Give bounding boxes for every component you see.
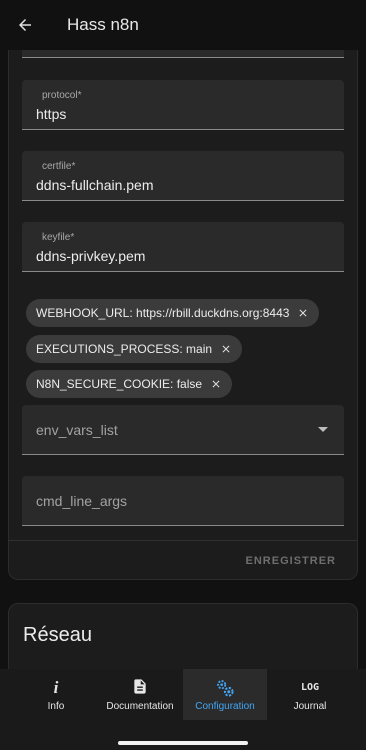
- tab-label: Documentation: [106, 701, 174, 712]
- tab-info[interactable]: i Info: [20, 669, 92, 720]
- env-chip: N8N_SECURE_COOKIE: false: [26, 370, 233, 398]
- env-vars-list-placeholder: env_vars_list: [36, 422, 118, 438]
- keyfile-value: ddns-privkey.pem: [36, 248, 146, 264]
- home-indicator: [118, 741, 248, 745]
- network-title: Réseau: [23, 624, 92, 646]
- cmd-line-args-field[interactable]: cmd_line_args: [22, 476, 344, 526]
- tab-journal[interactable]: LOG Journal: [274, 669, 346, 720]
- divider: [8, 540, 358, 541]
- tab-configuration[interactable]: Configuration: [183, 669, 267, 720]
- chevron-down-icon: [318, 427, 328, 432]
- tab-label: Info: [47, 701, 65, 712]
- save-button[interactable]: ENREGISTRER: [246, 555, 336, 567]
- app-bar: Hass n8n: [0, 0, 366, 50]
- env-chip: EXECUTIONS_PROCESS: main: [26, 335, 243, 363]
- log-icon: LOG: [300, 682, 320, 693]
- env-chip-label: WEBHOOK_URL: https://rbill.duckdns.org:8…: [36, 306, 290, 320]
- close-icon[interactable]: [297, 307, 309, 319]
- close-icon[interactable]: [210, 378, 222, 390]
- page-title: Hass n8n: [67, 15, 139, 34]
- tab-documentation[interactable]: Documentation: [98, 669, 182, 720]
- keyfile-label: keyfile*: [42, 232, 75, 243]
- tab-label: Configuration: [195, 701, 255, 712]
- bottom-navigation: i Info Documentation Configuration LOG J…: [0, 669, 366, 750]
- info-icon: i: [53, 678, 59, 697]
- env-chip-label: EXECUTIONS_PROCESS: main: [36, 342, 213, 356]
- protocol-label: protocol*: [42, 90, 82, 101]
- protocol-value: https: [36, 106, 67, 122]
- back-button[interactable]: [12, 12, 38, 38]
- certfile-label: certfile*: [42, 161, 76, 172]
- env-chip-label: N8N_SECURE_COOKIE: false: [36, 377, 203, 391]
- protocol-field[interactable]: protocol* https: [22, 80, 344, 130]
- env-vars-list-select[interactable]: env_vars_list: [22, 405, 344, 455]
- certfile-field[interactable]: certfile* ddns-fullchain.pem: [22, 151, 344, 201]
- document-icon: [134, 679, 146, 694]
- close-icon[interactable]: [220, 343, 232, 355]
- keyfile-field[interactable]: keyfile* ddns-privkey.pem: [22, 222, 344, 272]
- arrow-left-icon: [19, 19, 31, 31]
- env-chip: WEBHOOK_URL: https://rbill.duckdns.org:8…: [26, 299, 320, 327]
- tab-label: Journal: [293, 701, 327, 712]
- certfile-value: ddns-fullchain.pem: [36, 177, 154, 193]
- cmd-line-args-placeholder: cmd_line_args: [36, 493, 128, 509]
- gears-icon: [217, 680, 234, 697]
